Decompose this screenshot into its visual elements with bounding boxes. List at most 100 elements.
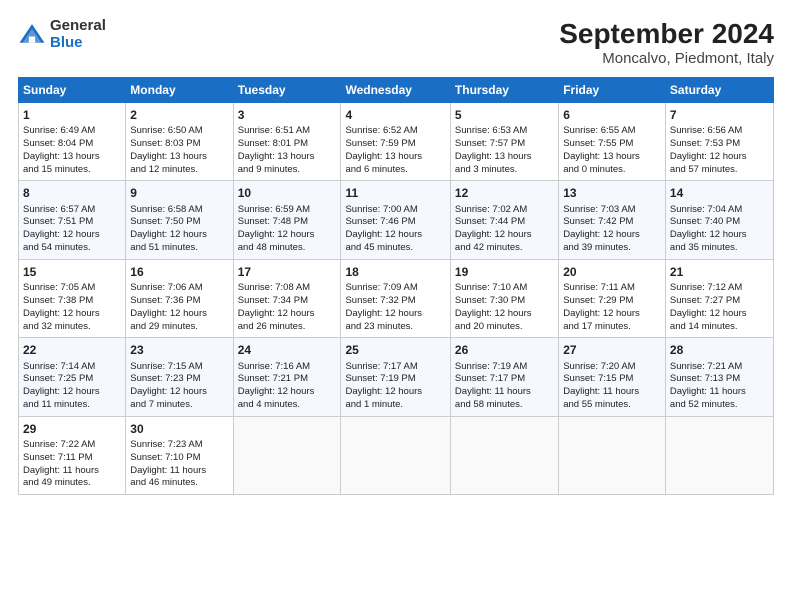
daylight-text: and 7 minutes.: [130, 399, 192, 410]
calendar-cell: 26Sunrise: 7:19 AMSunset: 7:17 PMDayligh…: [450, 338, 558, 416]
col-saturday: Saturday: [665, 78, 773, 103]
sunrise-text: Sunrise: 7:21 AM: [670, 361, 742, 372]
sunrise-text: Sunrise: 7:06 AM: [130, 282, 202, 293]
day-number: 15: [23, 264, 121, 280]
sunrise-text: Sunrise: 7:14 AM: [23, 361, 95, 372]
col-thursday: Thursday: [450, 78, 558, 103]
day-number: 5: [455, 107, 554, 123]
sunrise-text: Sunrise: 7:08 AM: [238, 282, 310, 293]
day-number: 23: [130, 342, 228, 358]
sunset-text: Sunset: 7:25 PM: [23, 373, 93, 384]
calendar-cell: 21Sunrise: 7:12 AMSunset: 7:27 PMDayligh…: [665, 259, 773, 337]
calendar-cell: 17Sunrise: 7:08 AMSunset: 7:34 PMDayligh…: [233, 259, 341, 337]
calendar-cell: [559, 416, 666, 494]
logo-blue: Blue: [50, 34, 83, 51]
sunrise-text: Sunrise: 6:58 AM: [130, 204, 202, 215]
calendar-cell: 28Sunrise: 7:21 AMSunset: 7:13 PMDayligh…: [665, 338, 773, 416]
sunrise-text: Sunrise: 7:15 AM: [130, 361, 202, 372]
sunset-text: Sunset: 7:11 PM: [23, 452, 93, 463]
sunset-text: Sunset: 7:51 PM: [23, 216, 93, 227]
sunrise-text: Sunrise: 7:12 AM: [670, 282, 742, 293]
daylight-text: Daylight: 12 hours: [23, 229, 100, 240]
daylight-text: Daylight: 13 hours: [130, 151, 207, 162]
day-number: 7: [670, 107, 769, 123]
daylight-text: Daylight: 12 hours: [345, 229, 422, 240]
calendar-cell: 2Sunrise: 6:50 AMSunset: 8:03 PMDaylight…: [126, 103, 233, 181]
sunset-text: Sunset: 7:55 PM: [563, 138, 633, 149]
day-number: 9: [130, 185, 228, 201]
sunrise-text: Sunrise: 7:05 AM: [23, 282, 95, 293]
calendar-cell: 15Sunrise: 7:05 AMSunset: 7:38 PMDayligh…: [19, 259, 126, 337]
sunset-text: Sunset: 7:48 PM: [238, 216, 308, 227]
logo-general: General: [50, 17, 106, 34]
col-friday: Friday: [559, 78, 666, 103]
daylight-text: Daylight: 12 hours: [23, 308, 100, 319]
sunset-text: Sunset: 7:42 PM: [563, 216, 633, 227]
day-number: 29: [23, 421, 121, 437]
sunset-text: Sunset: 7:53 PM: [670, 138, 740, 149]
sunrise-text: Sunrise: 7:23 AM: [130, 439, 202, 450]
daylight-text: Daylight: 12 hours: [345, 308, 422, 319]
calendar-cell: 11Sunrise: 7:00 AMSunset: 7:46 PMDayligh…: [341, 181, 450, 259]
daylight-text: and 49 minutes.: [23, 477, 91, 488]
sunrise-text: Sunrise: 7:22 AM: [23, 439, 95, 450]
daylight-text: and 11 minutes.: [23, 399, 90, 410]
daylight-text: Daylight: 12 hours: [670, 151, 747, 162]
daylight-text: and 15 minutes.: [23, 164, 91, 175]
daylight-text: and 46 minutes.: [130, 477, 198, 488]
sunset-text: Sunset: 7:40 PM: [670, 216, 740, 227]
calendar-cell: 16Sunrise: 7:06 AMSunset: 7:36 PMDayligh…: [126, 259, 233, 337]
daylight-text: Daylight: 12 hours: [345, 386, 422, 397]
day-number: 24: [238, 342, 337, 358]
daylight-text: and 1 minute.: [345, 399, 403, 410]
day-number: 19: [455, 264, 554, 280]
day-number: 22: [23, 342, 121, 358]
calendar-cell: 7Sunrise: 6:56 AMSunset: 7:53 PMDaylight…: [665, 103, 773, 181]
day-number: 2: [130, 107, 228, 123]
daylight-text: Daylight: 12 hours: [23, 386, 100, 397]
day-number: 1: [23, 107, 121, 123]
daylight-text: and 54 minutes.: [23, 242, 91, 253]
calendar-week-3: 15Sunrise: 7:05 AMSunset: 7:38 PMDayligh…: [19, 259, 774, 337]
calendar-week-1: 1 Sunrise: 6:49 AM Sunset: 8:04 PM Daylight…: [19, 103, 774, 181]
calendar-cell: [341, 416, 450, 494]
daylight-text: and 0 minutes.: [563, 164, 625, 175]
sunrise-text: Sunrise: 7:19 AM: [455, 361, 527, 372]
sunrise-text: Sunrise: 6:49 AM: [23, 125, 95, 136]
daylight-text: Daylight: 11 hours: [23, 465, 99, 476]
sunrise-text: Sunrise: 6:50 AM: [130, 125, 202, 136]
sunset-text: Sunset: 7:50 PM: [130, 216, 200, 227]
day-number: 6: [563, 107, 661, 123]
sunset-text: Sunset: 7:23 PM: [130, 373, 200, 384]
sunset-text: Sunset: 8:04 PM: [23, 138, 93, 149]
daylight-text: and 39 minutes.: [563, 242, 631, 253]
calendar-cell: 12Sunrise: 7:02 AMSunset: 7:44 PMDayligh…: [450, 181, 558, 259]
daylight-text: and 23 minutes.: [345, 321, 413, 332]
daylight-text: and 17 minutes.: [563, 321, 631, 332]
day-number: 17: [238, 264, 337, 280]
sunset-text: Sunset: 7:27 PM: [670, 295, 740, 306]
calendar-cell: 27Sunrise: 7:20 AMSunset: 7:15 PMDayligh…: [559, 338, 666, 416]
calendar-week-5: 29 Sunrise: 7:22 AM Sunset: 7:11 PM Dayligh…: [19, 416, 774, 494]
calendar-cell: 29 Sunrise: 7:22 AM Sunset: 7:11 PM Dayligh…: [19, 416, 126, 494]
day-number: 18: [345, 264, 445, 280]
daylight-text: Daylight: 12 hours: [238, 308, 315, 319]
day-number: 11: [345, 185, 445, 201]
daylight-text: Daylight: 13 hours: [455, 151, 532, 162]
daylight-text: Daylight: 11 hours: [670, 386, 746, 397]
sunrise-text: Sunrise: 6:52 AM: [345, 125, 417, 136]
day-number: 26: [455, 342, 554, 358]
daylight-text: and 14 minutes.: [670, 321, 738, 332]
sunrise-text: Sunrise: 7:09 AM: [345, 282, 417, 293]
daylight-text: Daylight: 12 hours: [563, 229, 640, 240]
daylight-text: and 4 minutes.: [238, 399, 300, 410]
sunrise-text: Sunrise: 7:10 AM: [455, 282, 527, 293]
daylight-text: Daylight: 12 hours: [455, 308, 532, 319]
calendar-cell: 22 Sunrise: 7:14 AMSunset: 7:25 PM Dayligh…: [19, 338, 126, 416]
sunrise-text: Sunrise: 7:20 AM: [563, 361, 635, 372]
calendar-cell: 20Sunrise: 7:11 AMSunset: 7:29 PMDayligh…: [559, 259, 666, 337]
sunrise-text: Sunrise: 6:53 AM: [455, 125, 527, 136]
calendar-subtitle: Moncalvo, Piedmont, Italy: [559, 50, 774, 67]
day-number: 27: [563, 342, 661, 358]
daylight-text: and 55 minutes.: [563, 399, 631, 410]
